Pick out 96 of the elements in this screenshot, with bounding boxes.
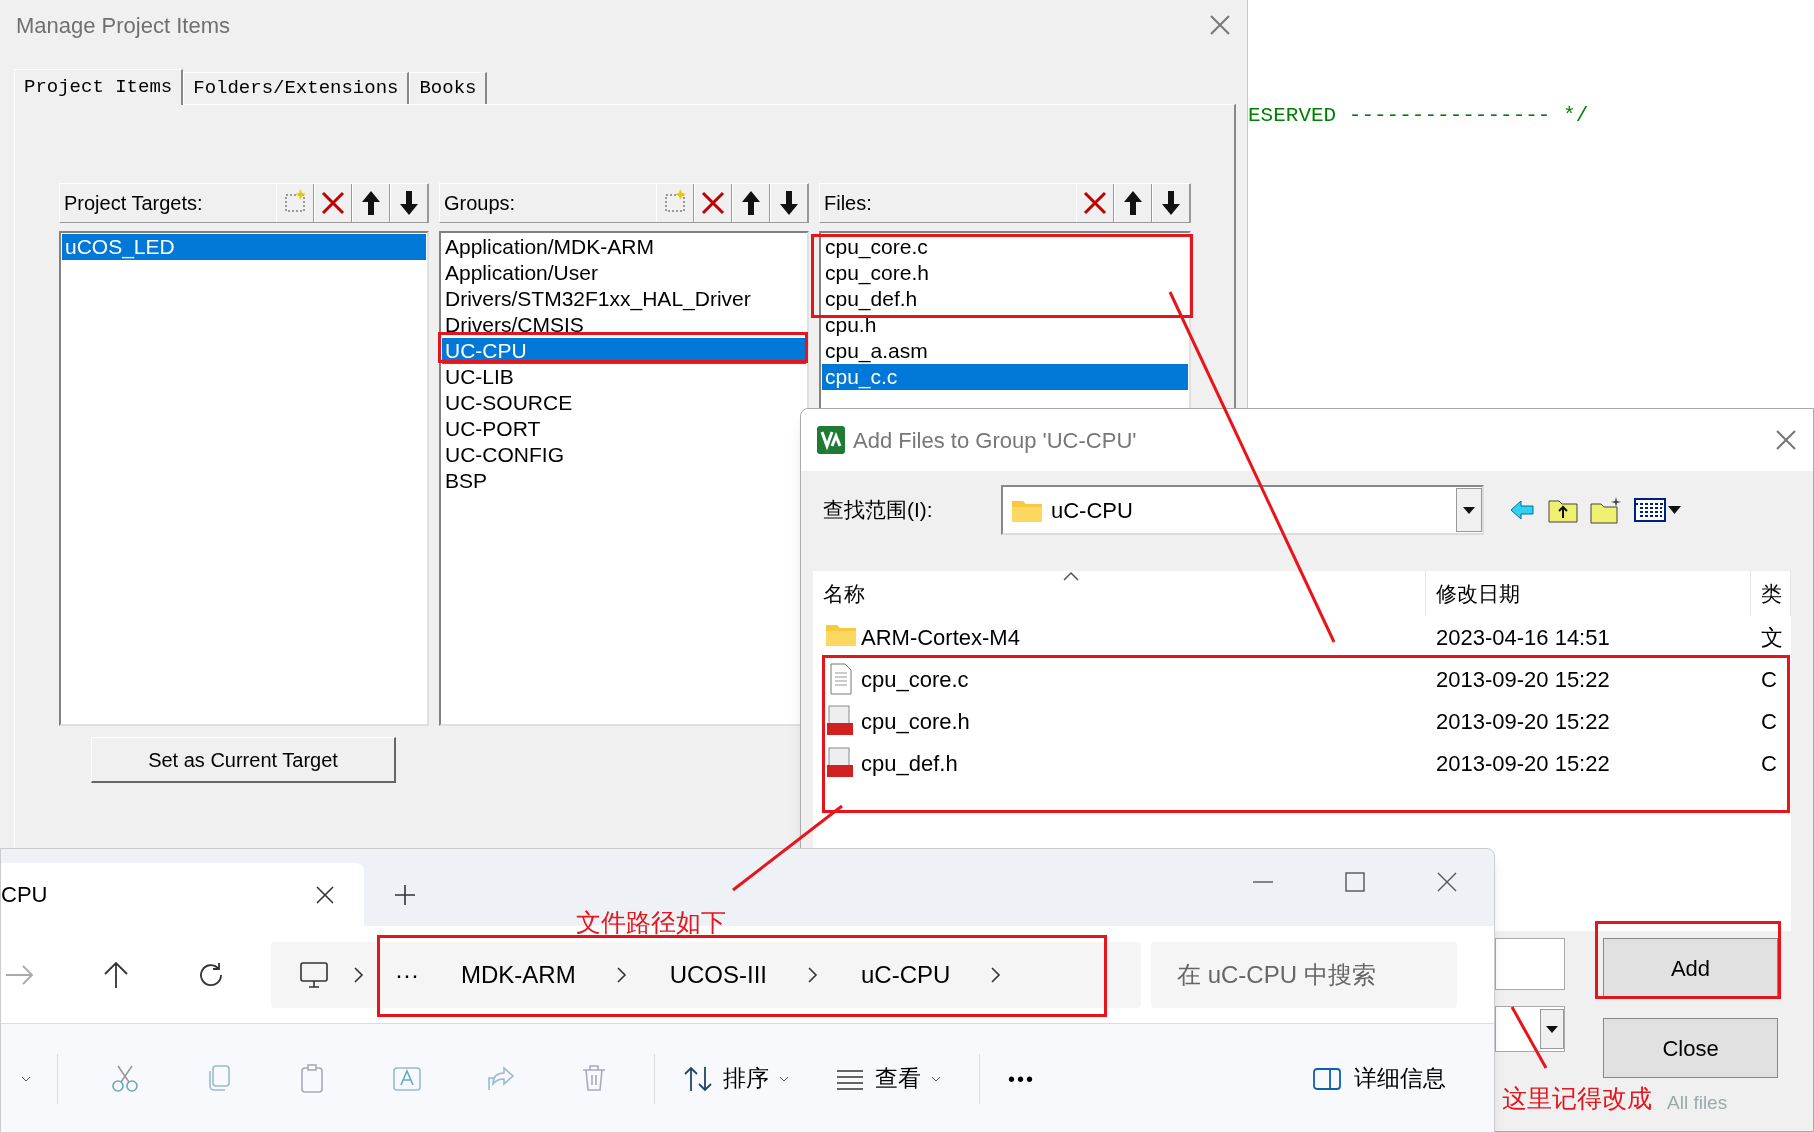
move-up-button[interactable] [352,184,390,222]
tab-title: CPU [1,881,48,909]
details-pane-icon [1312,1066,1342,1091]
annotation-text: 这里记得改成 [1502,1083,1652,1114]
app-logo-icon [817,426,845,454]
tab[interactable]: Folders/Extensions [183,72,410,104]
caret-icon [21,1075,31,1082]
list-item[interactable]: cpu_a.asm [822,338,1188,364]
list-item[interactable]: Drivers/CMSIS [442,312,806,338]
caret-icon [931,1075,941,1082]
caret-icon [779,1075,789,1082]
look-in-label: 查找范围(I): [823,497,934,524]
tab[interactable]: Books [409,72,488,104]
file-date: 2013-09-20 15:22 [1435,749,1611,778]
new-item-button[interactable] [276,184,314,222]
new-tab-icon[interactable] [394,884,416,906]
set-target-button[interactable]: Set as Current Target [91,737,396,783]
move-down-button[interactable] [1152,184,1190,222]
file-type-dropdown[interactable] [1495,1006,1565,1052]
chevron-icon [990,965,1003,984]
file-row[interactable]: cpu_core.h 2013-09-20 15:22 C [813,700,1791,742]
refresh-icon[interactable] [197,960,225,989]
chevron-icon [615,965,628,984]
file-type: C [1760,749,1778,778]
details-button[interactable]: 详细信息 [1304,1053,1454,1104]
chevron-icon [807,965,819,984]
close-button[interactable]: Close [1603,1018,1778,1078]
panel-title: Groups: [443,191,517,216]
file-date: 2013-09-20 15:22 [1435,665,1611,694]
close-icon[interactable] [316,885,334,904]
window-title: Manage Project Items [16,11,230,40]
path-segment[interactable]: ··· [395,956,419,993]
up-icon[interactable] [103,960,129,989]
look-in-value: uC-CPU [1051,496,1134,525]
file-name: cpu_def.h [861,749,958,778]
move-up-button[interactable] [732,184,770,222]
panel-title: Files: [823,191,873,216]
list-item[interactable]: uCOS_LED [62,234,426,260]
path-segment[interactable]: MDK-ARM [461,956,576,993]
more-button[interactable]: ••• [1000,1053,1043,1104]
file-date: 2013-09-20 15:22 [1435,707,1611,736]
search-field[interactable]: 在 uC-CPU 中搜索 [1151,941,1457,1008]
dialog-title: Add Files to Group 'UC-CPU' [853,426,1138,455]
list-item[interactable]: cpu_def.h [822,286,1188,312]
list-item[interactable]: Application/MDK-ARM [442,234,806,260]
file-type: C [1760,665,1778,694]
look-in-dropdown[interactable]: uC-CPU [1001,485,1484,535]
path-segment[interactable]: UCOS-III [669,956,767,993]
view-menu-icon[interactable] [1634,496,1682,524]
file-row[interactable]: ARM-Cortex-M4 2023-04-16 14:51 文 [813,616,1791,658]
tab[interactable]: Project Items [14,69,184,105]
list-item[interactable]: Application/User [442,260,806,286]
file-date: 2023-04-16 14:51 [1435,623,1611,652]
delete-button[interactable] [1076,184,1114,222]
move-down-button[interactable] [770,184,808,222]
file-type: C [1760,707,1778,736]
maximize-icon[interactable] [1344,871,1366,893]
view-button[interactable]: 查看 [827,1053,949,1104]
file-type: 文 [1760,623,1784,652]
computer-icon [299,960,329,989]
delete-button[interactable] [314,184,352,222]
column-header[interactable]: 修改日期 [1436,577,1520,610]
code-line: ESERVED ---------------- */ [1248,103,1589,129]
list-item[interactable]: UC-LIB [442,364,806,390]
file-name-field[interactable] [1495,938,1565,990]
list-item[interactable]: cpu.h [822,312,1188,338]
list-item[interactable]: Drivers/STM32F1xx_HAL_Driver [442,286,806,312]
new-item-button[interactable] [656,184,694,222]
add-button[interactable]: Add [1603,938,1778,998]
file-row[interactable]: cpu_def.h 2013-09-20 15:22 C [813,742,1791,784]
list-item[interactable]: cpu_core.c [822,234,1188,260]
file-row[interactable]: cpu_core.c 2013-09-20 15:22 C [813,658,1791,700]
delete-button[interactable] [694,184,732,222]
address-bar[interactable]: ··· MDK-ARM UCOS-III uC-CPU [271,941,1141,1008]
file-name: cpu_core.c [861,665,969,694]
explorer-tab[interactable]: CPU [1,863,364,926]
close-icon[interactable] [1436,871,1458,893]
sort-caret-icon [1063,571,1079,581]
annotation-text: 文件路径如下 [576,907,726,938]
move-down-button[interactable] [390,184,428,222]
path-segment[interactable]: uC-CPU [861,956,951,993]
chevron-icon [353,965,365,984]
column-header[interactable]: 名称 [823,577,865,610]
file-name: ARM-Cortex-M4 [861,623,1020,652]
annotation-line [1510,1005,1548,1070]
cut-icon [110,1063,140,1094]
column-header[interactable]: 类 [1761,577,1782,610]
list-item[interactable]: UC-SOURCE [442,390,806,416]
file-type-value: All files [1667,1091,1728,1115]
list-item[interactable]: cpu_c.c [822,364,1188,390]
file-name: cpu_core.h [861,707,970,736]
move-up-button[interactable] [1114,184,1152,222]
panel-title: Project Targets: [63,191,204,216]
sort-button[interactable]: 排序 [675,1053,797,1104]
list-item[interactable]: cpu_core.h [822,260,1188,286]
sort-icon [683,1064,713,1093]
